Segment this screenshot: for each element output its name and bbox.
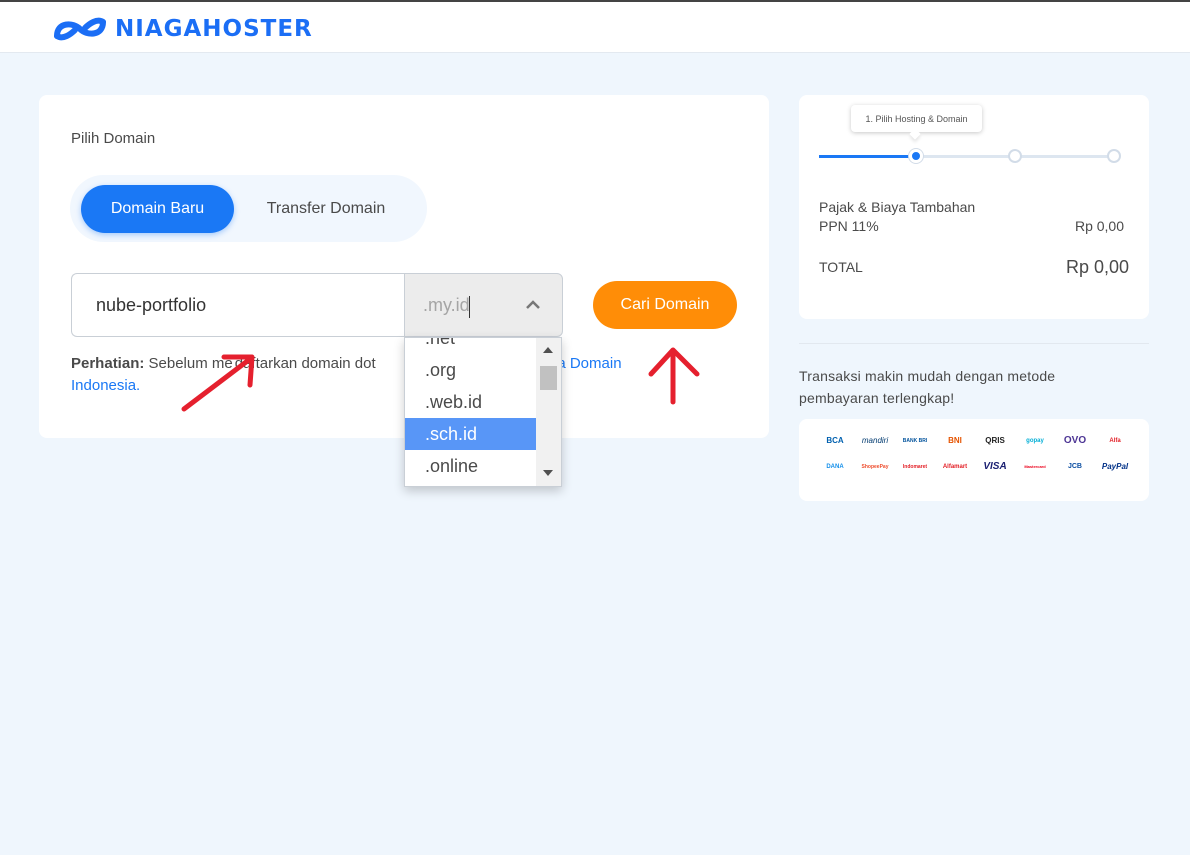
progress-step-3[interactable] (1107, 149, 1121, 163)
tld-option[interactable]: .org (405, 354, 537, 386)
brand-name: NIAGAHOSTER (115, 16, 313, 42)
notice-link-2[interactable]: Indonesia. (71, 377, 140, 394)
alfamart-logo: Alfamart (942, 464, 968, 470)
tld-selected-value: .my.id (423, 295, 470, 315)
alfa-logo: Alfa (1109, 438, 1121, 444)
tax-value: Rp 0,00 (1074, 218, 1124, 234)
section-divider (799, 343, 1149, 344)
dana-logo: DANA (826, 464, 844, 470)
domain-tabs: Domain Baru Transfer Domain (70, 175, 427, 242)
bca-logo: BCA (826, 436, 844, 445)
tld-select[interactable]: .my.id (404, 273, 563, 337)
total-label: TOTAL (819, 259, 863, 275)
text-cursor (469, 296, 470, 318)
scroll-thumb[interactable] (540, 366, 557, 390)
tld-dropdown-list[interactable]: .net .org .web.id .sch.id .online (404, 337, 562, 487)
scroll-up-arrow-icon[interactable] (543, 347, 553, 353)
order-summary-card: 1. Pilih Hosting & Domain Pajak & Biaya … (799, 95, 1149, 319)
payment-methods-card: BCA mandiri BANK BRI BNI QRIS gopay OVO … (799, 419, 1149, 501)
tax-label: PPN 11% (819, 218, 879, 234)
step-tooltip: 1. Pilih Hosting & Domain (851, 105, 982, 132)
tab-domain-baru[interactable]: Domain Baru (81, 185, 234, 233)
brand-logo[interactable]: NIAGAHOSTER (53, 16, 313, 42)
bri-logo: BANK BRI (902, 438, 928, 444)
mastercard-logo: Mastercard (1024, 464, 1046, 469)
tld-option[interactable]: .net (405, 338, 537, 354)
domain-section-title: Pilih Domain (71, 130, 156, 147)
gopay-logo: gopay (1026, 438, 1044, 444)
tax-heading: Pajak & Biaya Tambahan (819, 199, 976, 215)
bni-logo: BNI (948, 436, 962, 445)
scroll-down-arrow-icon[interactable] (543, 470, 553, 476)
notice-label: Perhatian: (71, 355, 145, 372)
tab-transfer-domain[interactable]: Transfer Domain (246, 185, 406, 233)
niagahoster-logo-icon (54, 17, 106, 41)
domain-name-input[interactable]: nube-portfolio (71, 273, 405, 337)
dropdown-scrollbar[interactable] (536, 338, 561, 486)
progress-fill (819, 155, 917, 158)
site-header: NIAGAHOSTER (0, 2, 1190, 53)
visa-logo: VISA (983, 461, 1007, 472)
chevron-up-icon (526, 300, 540, 309)
notice-text: Perhatian: Sebelum me daftarkan domain do… (71, 353, 671, 397)
payment-promo-text: Transaksi makin mudah dengan metode pemb… (799, 368, 1056, 406)
annotation-arrow-up-icon (648, 347, 700, 405)
shopeepay-logo: ShopeePay (861, 464, 889, 470)
tld-option-highlighted[interactable]: .sch.id (405, 418, 537, 450)
mandiri-logo: mandiri (861, 436, 889, 445)
ovo-logo: OVO (1063, 435, 1087, 446)
total-value: Rp 0,00 (1065, 257, 1129, 277)
payment-logo-grid: BCA mandiri BANK BRI BNI QRIS gopay OVO … (815, 435, 1135, 473)
qris-logo: QRIS (985, 436, 1005, 445)
search-domain-button[interactable]: Cari Domain (593, 281, 737, 329)
jcb-logo: JCB (1067, 463, 1082, 470)
annotation-arrow-left-icon (181, 354, 255, 412)
progress-step-1[interactable] (909, 149, 923, 163)
indomaret-logo: Indomaret (902, 464, 928, 470)
progress-step-2[interactable] (1008, 149, 1022, 163)
tld-option[interactable]: .web.id (405, 386, 537, 418)
tld-option[interactable]: .online (405, 450, 537, 482)
paypal-logo: PayPal (1101, 462, 1129, 471)
